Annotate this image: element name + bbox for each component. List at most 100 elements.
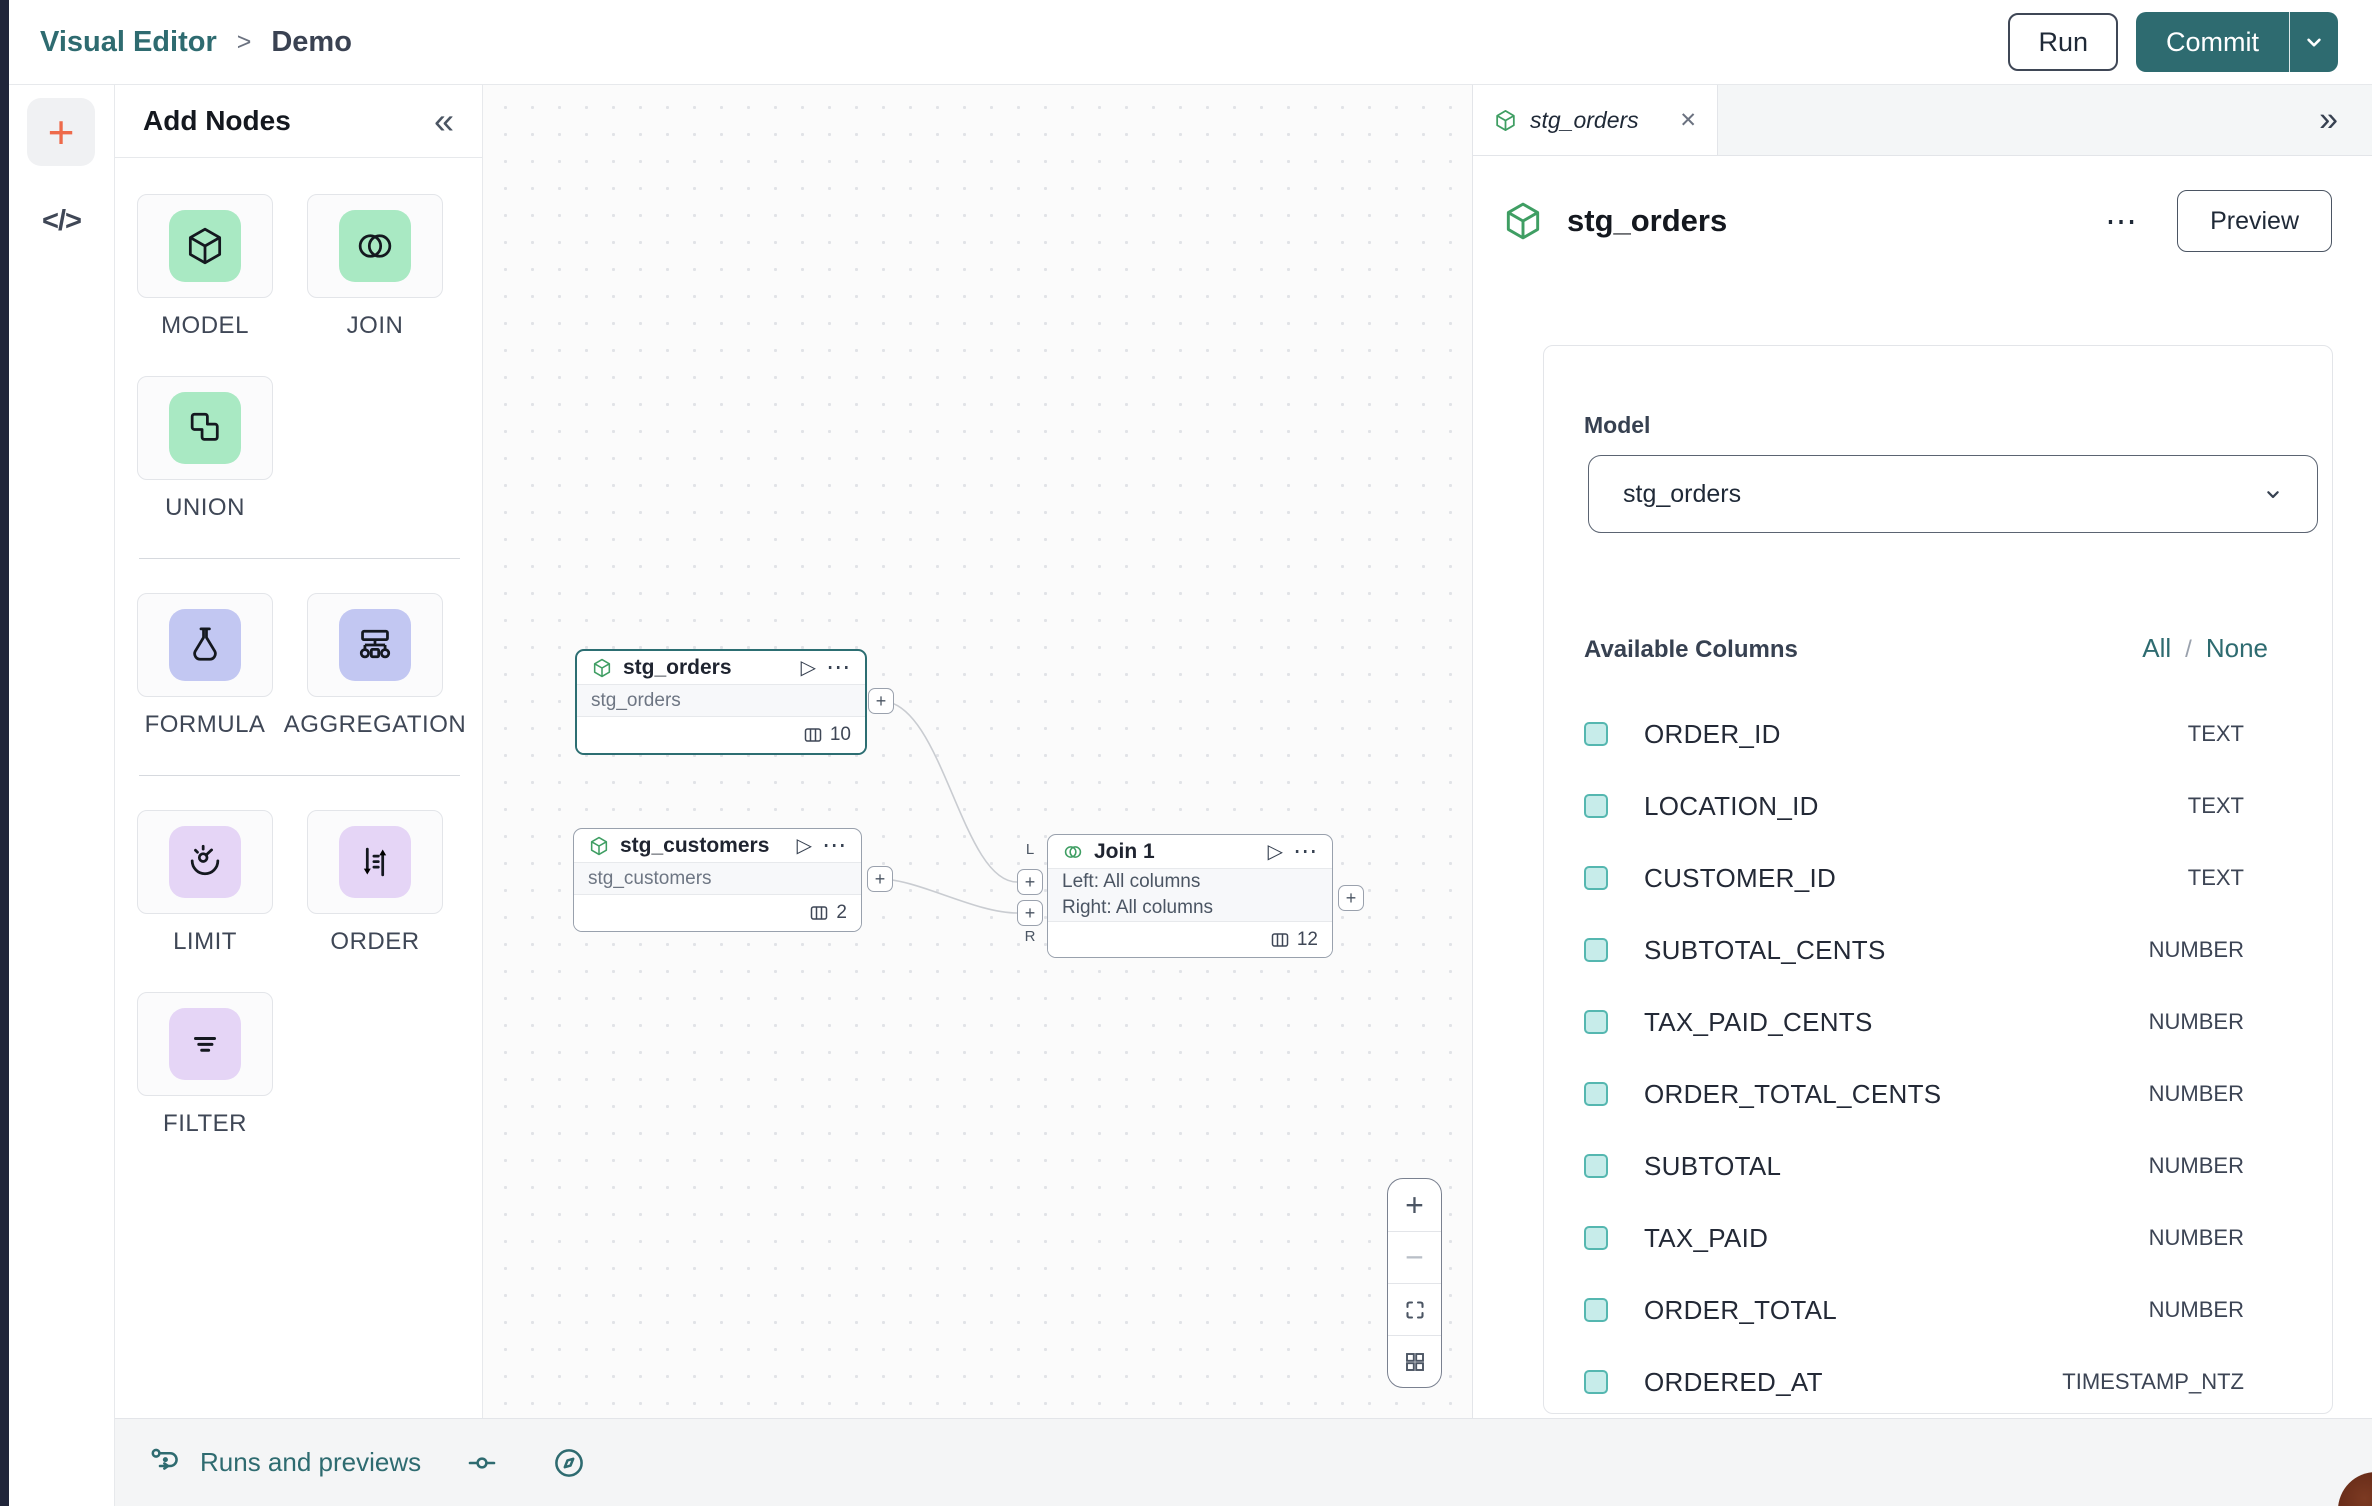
top-bar: Visual Editor > Demo Run Commit <box>0 0 2372 85</box>
column-checkbox[interactable] <box>1584 1082 1608 1106</box>
play-icon[interactable]: ▷ <box>797 833 812 858</box>
palette-item-model[interactable]: MODEL <box>137 194 273 340</box>
output-handle-stg-orders[interactable]: + <box>868 688 894 714</box>
column-row: LOCATION_ID TEXT <box>1584 770 2332 842</box>
commit-slider-button[interactable] <box>465 1446 499 1480</box>
play-icon[interactable]: ▷ <box>1268 839 1283 864</box>
add-nodes-panel: Add Nodes « MODEL JOIN <box>115 85 483 1418</box>
column-checkbox[interactable] <box>1584 1154 1608 1178</box>
column-name: TAX_PAID <box>1644 1223 1768 1254</box>
node-config-panel: stg_orders ✕ » stg_orders ⋯ Preview Mode… <box>1472 85 2372 1418</box>
breadcrumb: Visual Editor > Demo <box>0 26 352 59</box>
canvas-node-stg-customers[interactable]: stg_customers ▷ ⋯ stg_customers 2 <box>573 828 862 932</box>
join-left-input-handle[interactable]: + <box>1017 869 1043 895</box>
close-icon[interactable]: ✕ <box>1679 108 1697 133</box>
preview-button[interactable]: Preview <box>2177 190 2332 252</box>
add-node-rail-button[interactable]: + <box>27 98 95 166</box>
column-name: CUSTOMER_ID <box>1644 863 1836 894</box>
left-rail: + </> <box>9 85 115 1506</box>
join-left-config: Left: All columns <box>1062 869 1318 895</box>
palette-item-limit[interactable]: LIMIT <box>137 810 273 956</box>
commit-dropdown-button[interactable] <box>2290 12 2338 72</box>
breadcrumb-visual-editor[interactable]: Visual Editor <box>40 26 217 59</box>
output-handle-stg-customers[interactable]: + <box>867 866 893 892</box>
canvas-zoom-controls: + − <box>1387 1178 1442 1388</box>
join-right-handle-label: R <box>1017 928 1043 945</box>
palette-item-union[interactable]: UNION <box>137 376 273 522</box>
bottom-bar: Runs and previews <box>115 1418 2372 1506</box>
select-all-link[interactable]: All <box>2142 633 2171 664</box>
model-select-value: stg_orders <box>1623 480 1741 509</box>
column-row: ORDER_ID TEXT <box>1584 698 2332 770</box>
more-icon[interactable]: ⋯ <box>826 653 851 682</box>
play-icon[interactable]: ▷ <box>801 655 816 680</box>
join-icon <box>353 224 397 268</box>
more-icon[interactable]: ⋯ <box>2105 202 2139 240</box>
model-config-card: Model stg_orders Available Columns All /… <box>1543 345 2333 1414</box>
node-palette: MODEL JOIN UNION <box>115 158 482 1138</box>
fit-view-icon <box>1403 1298 1427 1322</box>
column-checkbox[interactable] <box>1584 938 1608 962</box>
tab-stg-orders[interactable]: stg_orders ✕ <box>1473 85 1718 155</box>
compass-icon <box>551 1445 587 1481</box>
code-view-button[interactable]: </> <box>9 205 114 238</box>
filter-icon <box>183 1022 227 1066</box>
canvas-node-stg-orders[interactable]: stg_orders ▷ ⋯ stg_orders 10 <box>575 649 867 755</box>
column-type: TEXT <box>2188 721 2244 747</box>
palette-item-aggregation[interactable]: AGGREGATION <box>307 593 443 739</box>
zoom-in-button[interactable]: + <box>1388 1179 1441 1231</box>
column-name: ORDER_TOTAL <box>1644 1295 1837 1326</box>
palette-label: FILTER <box>163 1110 247 1138</box>
window-edge-strip <box>0 0 9 1506</box>
palette-item-formula[interactable]: FORMULA <box>137 593 273 739</box>
model-select[interactable]: stg_orders <box>1588 455 2318 533</box>
node-column-count: 12 <box>1297 929 1318 951</box>
slider-icon <box>465 1446 499 1480</box>
palette-label: JOIN <box>347 312 404 340</box>
canvas-node-join-1[interactable]: Join 1 ▷ ⋯ Left: All columns Right: All … <box>1047 834 1333 958</box>
zoom-out-icon: − <box>1405 1239 1424 1276</box>
column-type: NUMBER <box>2149 1225 2244 1251</box>
palette-label: MODEL <box>161 312 249 340</box>
column-checkbox[interactable] <box>1584 866 1608 890</box>
run-button[interactable]: Run <box>2008 13 2118 71</box>
formula-flask-icon <box>183 623 227 667</box>
node-title: stg_orders <box>623 656 732 680</box>
commit-button[interactable]: Commit <box>2136 12 2289 72</box>
column-checkbox[interactable] <box>1584 722 1608 746</box>
collapse-panel-icon[interactable]: « <box>434 103 454 139</box>
column-name: ORDER_ID <box>1644 719 1781 750</box>
node-column-count: 2 <box>836 902 847 924</box>
palette-label: FORMULA <box>145 711 266 739</box>
node-title: Join 1 <box>1094 840 1155 864</box>
pipeline-canvas[interactable]: stg_orders ▷ ⋯ stg_orders 10 stg_custome… <box>483 85 1472 1418</box>
column-checkbox[interactable] <box>1584 1370 1608 1394</box>
join-right-input-handle[interactable]: + <box>1017 900 1043 926</box>
column-type: TEXT <box>2188 865 2244 891</box>
join-output-handle[interactable]: + <box>1338 885 1364 911</box>
explore-compass-button[interactable] <box>551 1445 587 1481</box>
plus-handle-icon: + <box>1025 872 1036 893</box>
expand-panel-icon[interactable]: » <box>2319 101 2338 140</box>
runs-and-previews-label: Runs and previews <box>200 1447 421 1478</box>
column-type: NUMBER <box>2149 1081 2244 1107</box>
plus-handle-icon: + <box>1025 903 1036 924</box>
palette-item-order[interactable]: ORDER <box>307 810 443 956</box>
palette-item-filter[interactable]: FILTER <box>137 992 273 1138</box>
breadcrumb-current: Demo <box>271 26 352 59</box>
select-none-link[interactable]: None <box>2206 633 2268 664</box>
column-checkbox[interactable] <box>1584 1010 1608 1034</box>
zoom-out-button[interactable]: − <box>1388 1231 1441 1283</box>
zoom-in-icon: + <box>1405 1187 1424 1224</box>
fit-view-button[interactable] <box>1388 1283 1441 1335</box>
more-icon[interactable]: ⋯ <box>1293 837 1318 866</box>
order-sort-icon <box>353 840 397 884</box>
auto-layout-button[interactable] <box>1388 1335 1441 1387</box>
column-checkbox[interactable] <box>1584 794 1608 818</box>
column-checkbox[interactable] <box>1584 1226 1608 1250</box>
palette-item-join[interactable]: JOIN <box>307 194 443 340</box>
column-checkbox[interactable] <box>1584 1298 1608 1322</box>
more-icon[interactable]: ⋯ <box>822 831 847 860</box>
plus-handle-icon: + <box>875 869 886 890</box>
runs-and-previews-button[interactable]: Runs and previews <box>148 1445 421 1481</box>
